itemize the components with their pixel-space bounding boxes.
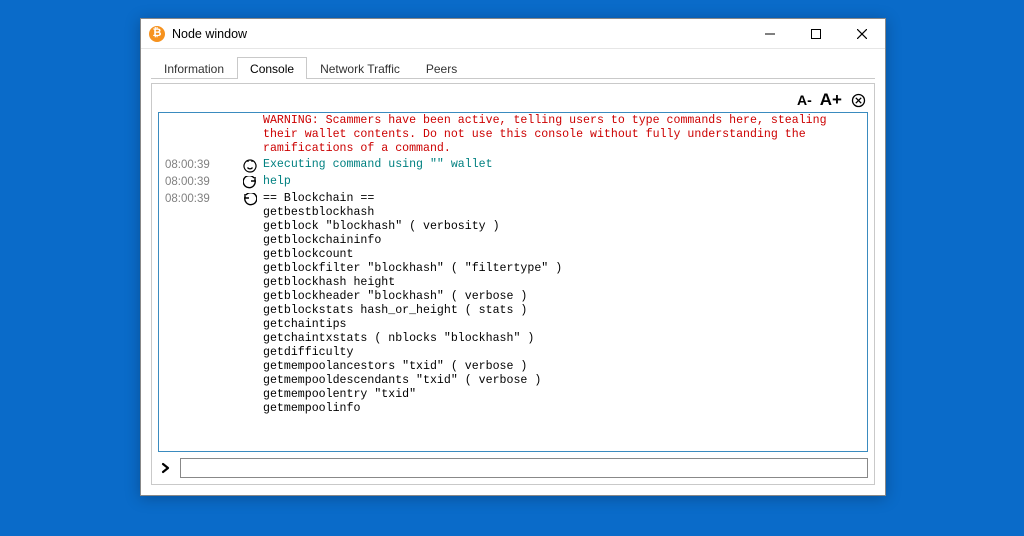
console-toolbar: A- A+ bbox=[158, 88, 868, 112]
close-button[interactable] bbox=[839, 19, 885, 48]
timestamp: 08:00:39 bbox=[165, 158, 237, 173]
console-row: 08:00:39 == Blockchain == getbestblockha… bbox=[159, 191, 867, 417]
console-scroll[interactable]: WARNING: Scammers have been active, tell… bbox=[159, 113, 867, 451]
window-content: Information Console Network Traffic Peer… bbox=[141, 49, 885, 495]
font-increase-button[interactable]: A+ bbox=[818, 90, 844, 110]
tab-console[interactable]: Console bbox=[237, 57, 307, 79]
console-output: WARNING: Scammers have been active, tell… bbox=[158, 112, 868, 452]
console-input-row bbox=[158, 458, 868, 478]
tab-information[interactable]: Information bbox=[151, 57, 237, 79]
console-text: help bbox=[263, 175, 861, 190]
row-icon-placeholder bbox=[237, 114, 263, 156]
close-icon bbox=[857, 29, 867, 39]
prompt-icon bbox=[158, 460, 174, 476]
timestamp bbox=[165, 114, 237, 156]
maximize-icon bbox=[811, 29, 821, 39]
clear-icon bbox=[851, 93, 866, 108]
minimize-icon bbox=[765, 29, 775, 39]
console-text: Executing command using "" wallet bbox=[263, 158, 861, 173]
tab-bar: Information Console Network Traffic Peer… bbox=[151, 55, 875, 79]
console-warning-row: WARNING: Scammers have been active, tell… bbox=[159, 113, 867, 157]
console-row: 08:00:39 help bbox=[159, 174, 867, 191]
tab-peers[interactable]: Peers bbox=[413, 57, 470, 79]
console-tabpage: A- A+ WARNING: Scammers have been activ bbox=[151, 83, 875, 485]
console-row: 08:00:39 Executing command using "" wall… bbox=[159, 157, 867, 174]
bitcoin-icon: ₿ bbox=[149, 26, 165, 42]
command-in-icon bbox=[237, 175, 263, 190]
maximize-button[interactable] bbox=[793, 19, 839, 48]
window-controls bbox=[747, 19, 885, 48]
timestamp: 08:00:39 bbox=[165, 175, 237, 190]
font-decrease-button[interactable]: A- bbox=[795, 92, 814, 108]
minimize-button[interactable] bbox=[747, 19, 793, 48]
warning-text: WARNING: Scammers have been active, tell… bbox=[263, 114, 861, 156]
tab-network-traffic[interactable]: Network Traffic bbox=[307, 57, 413, 79]
console-input[interactable] bbox=[180, 458, 868, 478]
info-icon bbox=[237, 158, 263, 173]
timestamp: 08:00:39 bbox=[165, 192, 237, 416]
clear-console-button[interactable] bbox=[850, 92, 866, 108]
titlebar: ₿ Node window bbox=[141, 19, 885, 49]
command-out-icon bbox=[237, 192, 263, 416]
node-window: ₿ Node window Information Console Networ… bbox=[140, 18, 886, 496]
console-text: == Blockchain == getbestblockhash getblo… bbox=[263, 192, 861, 416]
window-title: Node window bbox=[172, 27, 747, 41]
